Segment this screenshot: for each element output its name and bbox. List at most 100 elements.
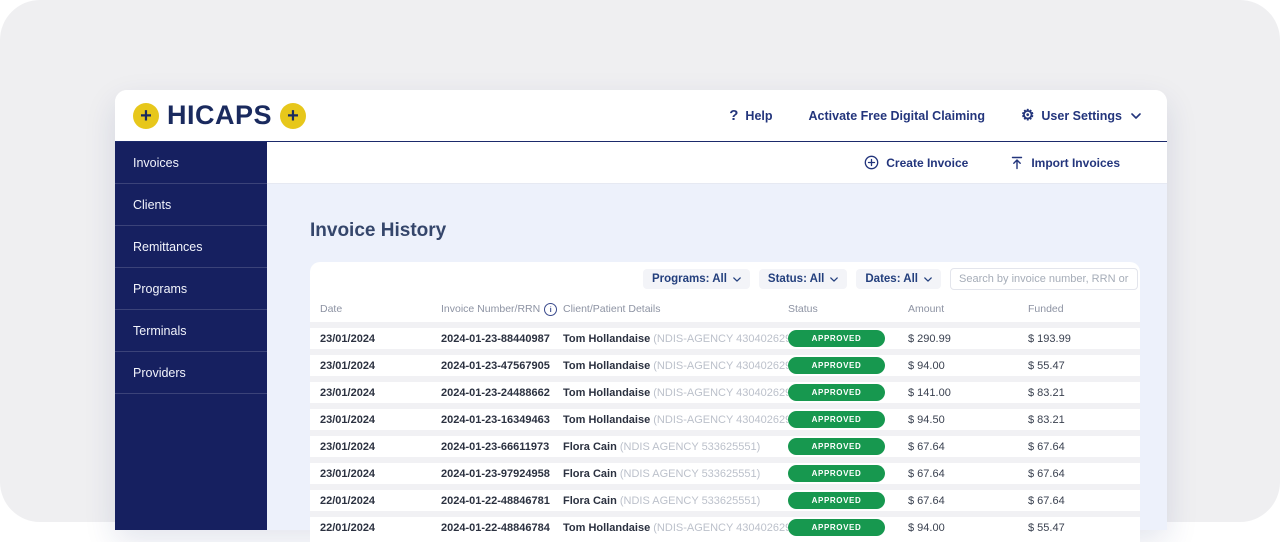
client-plan-number: (NDIS-AGENCY 430402629) bbox=[653, 386, 788, 399]
logo-text: HICAPS bbox=[167, 100, 273, 130]
sidebar-item-remittances[interactable]: Remittances bbox=[115, 226, 267, 268]
status-badge: APPROVED bbox=[788, 465, 885, 482]
column-header-status: Status bbox=[788, 303, 818, 315]
cell-amount: $ 67.64 bbox=[908, 494, 945, 507]
logo-plus-icon: + bbox=[133, 102, 159, 129]
cell-date: 23/01/2024 bbox=[320, 386, 376, 399]
sidebar-item-label: Providers bbox=[133, 365, 186, 380]
sidebar-item-invoices[interactable]: Invoices bbox=[115, 142, 267, 184]
cell-funded: $ 67.64 bbox=[1028, 494, 1065, 507]
client-name: Flora Cain bbox=[563, 467, 617, 480]
cell-date: 22/01/2024 bbox=[320, 494, 376, 507]
activate-label: Activate Free Digital Claiming bbox=[808, 108, 985, 123]
import-invoices-label: Import Invoices bbox=[1031, 155, 1120, 170]
sidebar-item-label: Terminals bbox=[133, 323, 187, 338]
programs-filter-label: Programs: All bbox=[651, 273, 727, 285]
help-label: Help bbox=[745, 108, 773, 123]
sidebar: Invoices Clients Remittances Programs Te… bbox=[115, 142, 267, 530]
cell-client-details: Tom Hollandaise (NDIS-AGENCY 430402629) bbox=[563, 360, 788, 372]
cell-client-details: Flora Cain (NDIS AGENCY 533625551) bbox=[563, 441, 788, 453]
status-filter-dropdown[interactable]: Status: All bbox=[758, 269, 848, 289]
create-invoice-button[interactable]: Create Invoice bbox=[864, 155, 968, 170]
client-name: Flora Cain bbox=[563, 440, 617, 453]
cell-funded: $ 193.99 bbox=[1028, 332, 1071, 345]
sidebar-item-providers[interactable]: Providers bbox=[115, 352, 267, 394]
client-name: Tom Hollandaise bbox=[563, 332, 651, 345]
cell-funded: $ 67.64 bbox=[1028, 440, 1065, 453]
table-row[interactable]: 23/01/2024 2024-01-23-88440987 Tom Holland… bbox=[310, 322, 1140, 349]
cell-funded: $ 55.47 bbox=[1028, 521, 1065, 534]
status-badge: APPROVED bbox=[788, 330, 885, 347]
invoice-toolbar: Create Invoice Import Invoices bbox=[267, 142, 1167, 184]
client-name: Flora Cain bbox=[563, 494, 617, 507]
cell-amount: $ 94.00 bbox=[908, 359, 945, 372]
cell-funded: $ 83.21 bbox=[1028, 386, 1065, 399]
sidebar-item-clients[interactable]: Clients bbox=[115, 184, 267, 226]
table-row[interactable]: 23/01/2024 2024-01-23-16349463 Tom Holland… bbox=[310, 403, 1140, 430]
client-name: Tom Hollandaise bbox=[563, 359, 651, 372]
cell-date: 23/01/2024 bbox=[320, 440, 376, 453]
chevron-down-icon bbox=[733, 276, 741, 282]
client-plan-number: (NDIS-AGENCY 430402629) bbox=[653, 413, 788, 426]
column-header-invoice-number: Invoice Number/RRN i bbox=[441, 302, 563, 316]
cell-invoice-number: 2024-01-23-66611973 bbox=[441, 440, 550, 453]
cell-invoice-number: 2024-01-23-88440987 bbox=[441, 332, 550, 345]
cell-invoice-number: 2024-01-22-48846784 bbox=[441, 521, 550, 534]
client-plan-number: (NDIS-AGENCY 430402629) bbox=[653, 359, 788, 372]
import-invoices-button[interactable]: Import Invoices bbox=[1010, 156, 1120, 170]
sidebar-item-label: Programs bbox=[133, 281, 188, 296]
client-plan-number: (NDIS-AGENCY 430402629) bbox=[653, 521, 788, 534]
user-settings-menu[interactable]: ⚙ User Settings bbox=[1021, 108, 1141, 123]
question-mark-icon: ? bbox=[729, 107, 739, 124]
cell-client-details: Flora Cain (NDIS AGENCY 533625551) bbox=[563, 495, 788, 507]
search-input[interactable] bbox=[950, 268, 1138, 290]
cell-status: APPROVED bbox=[788, 411, 908, 428]
client-plan-number: (NDIS AGENCY 533625551) bbox=[619, 467, 761, 480]
sidebar-item-label: Invoices bbox=[133, 155, 179, 170]
status-badge: APPROVED bbox=[788, 357, 885, 374]
table-row[interactable]: 23/01/2024 2024-01-23-47567905 Tom Holland… bbox=[310, 349, 1140, 376]
cell-client-details: Flora Cain (NDIS AGENCY 533625551) bbox=[563, 468, 788, 480]
sidebar-item-terminals[interactable]: Terminals bbox=[115, 310, 267, 352]
client-name: Tom Hollandaise bbox=[563, 521, 651, 534]
client-plan-number: (NDIS AGENCY 533625551) bbox=[619, 494, 761, 507]
cell-amount: $ 141.00 bbox=[908, 386, 951, 399]
table-row[interactable]: 23/01/2024 2024-01-23-24488662 Tom Holland… bbox=[310, 376, 1140, 403]
table-row[interactable]: 23/01/2024 2024-01-23-66611973 Flora Cain … bbox=[310, 430, 1140, 457]
cell-date: 23/01/2024 bbox=[320, 467, 376, 480]
table-row[interactable]: 22/01/2024 2024-01-22-48846784 Tom Holland… bbox=[310, 511, 1140, 538]
cell-date: 22/01/2024 bbox=[320, 521, 376, 534]
sidebar-item-programs[interactable]: Programs bbox=[115, 268, 267, 310]
programs-filter-dropdown[interactable]: Programs: All bbox=[642, 269, 750, 289]
table-row[interactable]: 23/01/2024 2024-01-23-97924958 Flora Cain … bbox=[310, 457, 1140, 484]
cell-invoice-number: 2024-01-23-16349463 bbox=[441, 413, 550, 426]
chevron-down-icon bbox=[830, 276, 839, 282]
circle-plus-icon bbox=[864, 155, 879, 170]
dates-filter-dropdown[interactable]: Dates: All bbox=[856, 269, 941, 289]
cell-date: 23/01/2024 bbox=[320, 359, 376, 372]
cell-client-details: Tom Hollandaise (NDIS-AGENCY 430402629) bbox=[563, 414, 788, 426]
activate-digital-claiming-link[interactable]: Activate Free Digital Claiming bbox=[809, 109, 985, 123]
cell-status: APPROVED bbox=[788, 465, 908, 482]
cell-client-details: Tom Hollandaise (NDIS-AGENCY 430402629) bbox=[563, 333, 788, 345]
cell-amount: $ 67.64 bbox=[908, 467, 945, 480]
import-icon bbox=[1010, 156, 1024, 170]
cell-amount: $ 290.99 bbox=[908, 332, 951, 345]
cell-funded: $ 67.64 bbox=[1028, 467, 1065, 480]
status-badge: APPROVED bbox=[788, 384, 885, 401]
table-row[interactable]: 22/01/2024 2024-01-22-48846781 Flora Cain … bbox=[310, 484, 1140, 511]
column-header-client: Client/Patient Details bbox=[563, 303, 661, 315]
help-button[interactable]: ? Help bbox=[729, 107, 772, 124]
status-badge: APPROVED bbox=[788, 438, 885, 455]
chevron-down-icon bbox=[924, 276, 932, 282]
column-header-amount: Amount bbox=[908, 303, 945, 315]
cell-invoice-number: 2024-01-23-47567905 bbox=[441, 359, 550, 372]
info-icon[interactable]: i bbox=[544, 302, 558, 316]
sidebar-item-label: Clients bbox=[133, 197, 172, 212]
cell-client-details: Tom Hollandaise (NDIS-AGENCY 430402629) bbox=[563, 387, 788, 399]
sidebar-item-label: Remittances bbox=[133, 239, 203, 254]
table-body: 23/01/2024 2024-01-23-88440987 Tom Holland… bbox=[310, 322, 1140, 538]
cell-status: APPROVED bbox=[788, 357, 908, 374]
cell-status: APPROVED bbox=[788, 492, 908, 509]
cell-invoice-number: 2024-01-23-24488662 bbox=[441, 386, 550, 399]
